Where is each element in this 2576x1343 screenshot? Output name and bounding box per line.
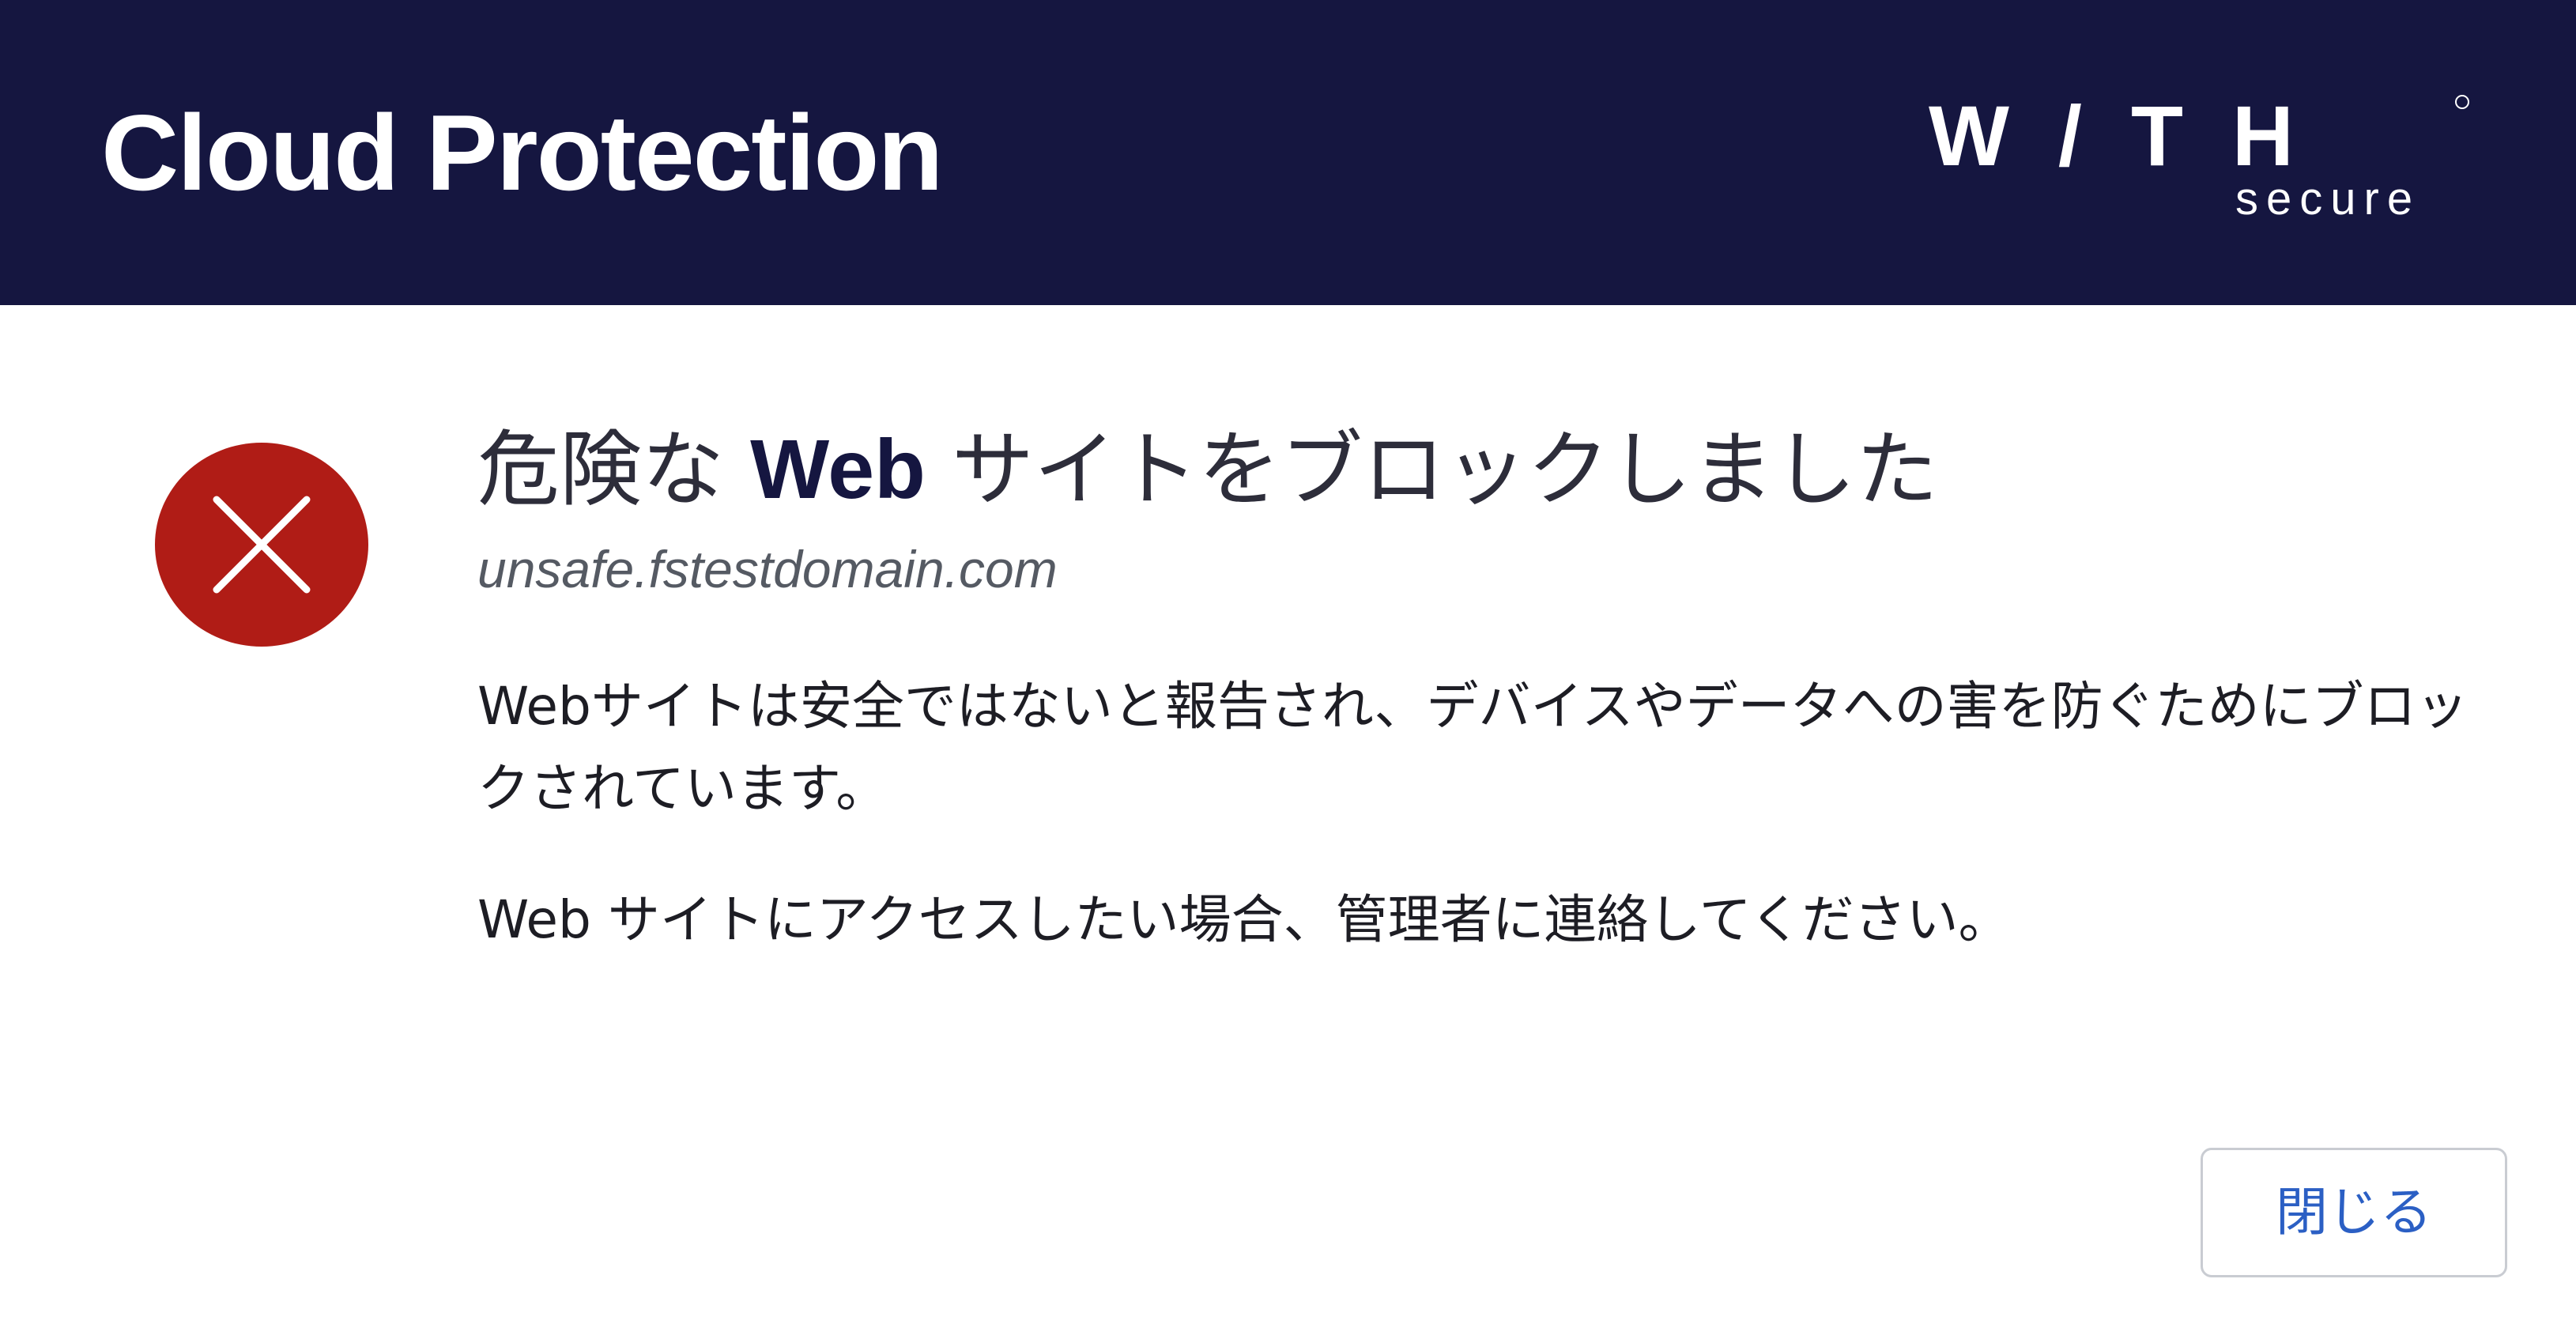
heading-prefix: 危険な — [477, 421, 751, 518]
heading-web: Web — [750, 423, 926, 516]
x-mark-icon — [213, 496, 311, 594]
blocked-site-page: Cloud Protection W/TH secure 危険な Web サイト… — [0, 0, 2576, 1343]
error-x-circle-icon — [155, 443, 368, 647]
logo-wordmark: W/TH — [1929, 88, 2343, 183]
logo-subtext: secure — [2235, 173, 2421, 224]
withsecure-logo: W/TH secure — [1929, 89, 2482, 231]
block-description: Webサイトは安全ではないと報告され、デバイスやデータへの害を防ぐためにブロック… — [477, 676, 2469, 819]
product-title: Cloud Protection — [101, 92, 944, 213]
blocked-heading: 危険な Web サイトをブロックしました — [477, 419, 1938, 520]
heading-suffix: サイトをブロックしました — [925, 421, 1938, 518]
registered-mark-icon — [2455, 95, 2469, 109]
blocked-domain: unsafe.fstestdomain.com — [477, 540, 1058, 598]
close-button[interactable]: 閉じる — [2201, 1148, 2507, 1277]
contact-admin-text: Web サイトにアクセスしたい場合、管理者に連絡してください。 — [477, 889, 2011, 950]
header-bar: Cloud Protection W/TH secure — [0, 0, 2576, 305]
